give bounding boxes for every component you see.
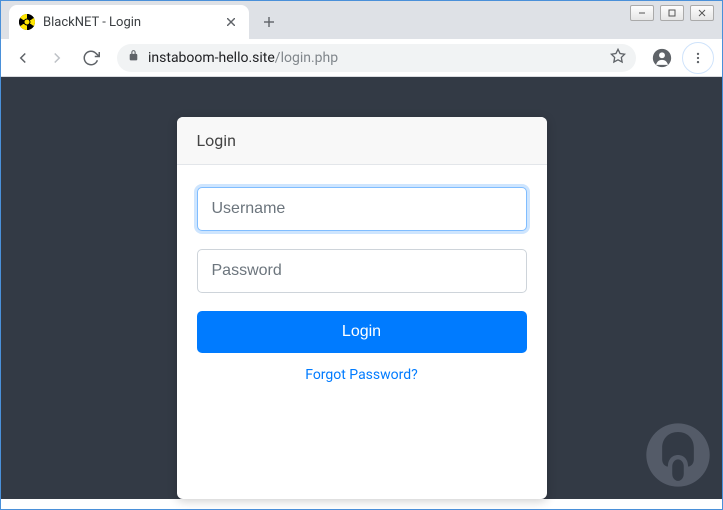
login-card: Login Login Forgot Password? xyxy=(177,117,547,499)
window-controls xyxy=(630,5,714,21)
card-body: Login Forgot Password? xyxy=(177,165,547,401)
favicon-icon xyxy=(19,14,35,30)
new-tab-button[interactable] xyxy=(255,8,283,36)
page-content: Login Login Forgot Password? xyxy=(1,77,722,499)
browser-menu-button[interactable] xyxy=(682,42,714,74)
forgot-password-link[interactable]: Forgot Password? xyxy=(197,367,527,383)
url-text: instaboom-hello.site/login.php xyxy=(148,50,338,66)
card-header: Login xyxy=(177,117,547,165)
username-input[interactable] xyxy=(197,187,527,231)
lock-icon xyxy=(127,49,140,66)
back-button[interactable] xyxy=(9,44,37,72)
login-button[interactable]: Login xyxy=(197,311,527,353)
bookmark-star-icon[interactable] xyxy=(610,48,626,68)
watermark-icon xyxy=(642,419,714,491)
maximize-button[interactable] xyxy=(660,5,684,21)
reload-button[interactable] xyxy=(77,44,105,72)
browser-tab[interactable]: BlackNET - Login xyxy=(9,5,249,39)
browser-toolbar: instaboom-hello.site/login.php xyxy=(1,39,722,77)
address-bar[interactable]: instaboom-hello.site/login.php xyxy=(117,44,636,72)
forward-button[interactable] xyxy=(43,44,71,72)
tab-title: BlackNET - Login xyxy=(43,15,215,30)
close-window-button[interactable] xyxy=(690,5,714,21)
url-domain: instaboom-hello.site xyxy=(148,50,275,66)
password-input[interactable] xyxy=(197,249,527,293)
minimize-button[interactable] xyxy=(630,5,654,21)
close-tab-button[interactable] xyxy=(223,14,239,30)
url-path: /login.php xyxy=(275,50,338,66)
profile-button[interactable] xyxy=(648,44,676,72)
tab-strip: BlackNET - Login xyxy=(1,1,722,39)
